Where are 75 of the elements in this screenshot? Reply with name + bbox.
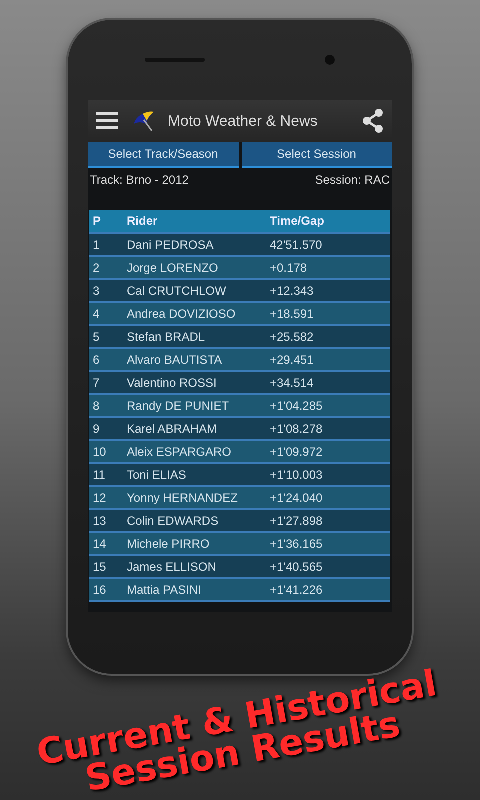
- table-cell-text: 9: [92, 422, 101, 436]
- table-cell-text: 10: [92, 444, 108, 458]
- table-cell-text: 5: [92, 330, 101, 344]
- table-cell-text: +0.178: [270, 260, 308, 274]
- table-cell-text: +1'04.285: [270, 398, 324, 412]
- table-row[interactable]: 13 Colin EDWARDS +1'27.898: [89, 510, 390, 533]
- table-cell-text: +1'08.278: [270, 422, 324, 436]
- table-cell-text: +1'09.972: [270, 444, 324, 458]
- table-row[interactable]: 4 Andrea DOVIZIOSO +18.591: [89, 303, 390, 326]
- table-row[interactable]: 14 Michele PIRRO +1'36.165: [89, 533, 390, 556]
- table-cell-text: 16: [92, 582, 108, 596]
- menu-icon[interactable]: [96, 112, 118, 130]
- table-row[interactable]: 2 Jorge LORENZO +0.178: [89, 257, 390, 280]
- table-cell-text: Michele PIRRO: [127, 536, 211, 550]
- table-cell-text: +1'10.003: [270, 468, 324, 482]
- table-row[interactable]: 10 Aleix ESPARGARO +1'09.972: [89, 441, 390, 464]
- table-row[interactable]: 3 Cal CRUTCHLOW +12.343: [89, 280, 390, 303]
- app-title: Moto Weather & News: [168, 112, 319, 130]
- select-button[interactable]: Select Track/Season: [88, 142, 238, 168]
- select-button[interactable]: Select Session: [242, 142, 392, 168]
- table-cell-text: Aleix ESPARGARO: [127, 444, 232, 458]
- table-row[interactable]: 12 Yonny HERNANDEZ +1'24.040: [89, 487, 390, 510]
- table-cell-text: 8: [92, 398, 101, 412]
- table-cell-text: Karel ABRAHAM: [127, 422, 218, 436]
- table-cell-text: +34.514: [270, 376, 315, 390]
- table-cell-text: 15: [92, 560, 108, 574]
- table-row[interactable]: 11 Toni ELIAS +1'10.003: [89, 464, 390, 487]
- table-row[interactable]: 1 Dani PEDROSA 42'51.570: [89, 234, 390, 257]
- camera-lens: [325, 55, 335, 65]
- table-cell-text: +1'24.040: [270, 490, 324, 504]
- table-row[interactable]: 8 Randy DE PUNIET +1'04.285: [89, 395, 390, 418]
- table-cell-text: 3: [92, 284, 101, 298]
- table-cell-text: 6: [92, 352, 101, 366]
- table-cell-text: +1'41.226: [270, 582, 324, 596]
- table-cell-text: Andrea DOVIZIOSO: [127, 306, 237, 320]
- table-cell-text: Alvaro BAUTISTA: [127, 352, 224, 366]
- table-row[interactable]: 7 Valentino ROSSI +34.514: [89, 372, 390, 395]
- table-cell-text: 2: [92, 260, 101, 274]
- column-header: P: [92, 214, 102, 228]
- table-cell-text: James ELLISON: [127, 560, 218, 574]
- table-cell-text: Mattia PASINI: [127, 582, 202, 596]
- table-row[interactable]: 15 James ELLISON +1'40.565: [89, 556, 390, 579]
- session-label: Session: RAC: [315, 173, 390, 189]
- table-cell-text: Valentino ROSSI: [127, 376, 218, 390]
- table-cell-text: Toni ELIAS: [127, 468, 188, 482]
- table-cell-text: 1: [92, 238, 101, 252]
- table-cell-text: 42'51.570: [270, 238, 324, 252]
- table-cell-text: +1'36.165: [270, 536, 324, 550]
- table-cell-text: 4: [92, 306, 101, 320]
- table-cell-text: 11: [92, 468, 106, 482]
- column-header: Time/Gap: [270, 214, 326, 228]
- table-cell-text: +18.591: [270, 306, 315, 320]
- track-label: Track: Brno - 2012: [90, 173, 189, 189]
- table-cell-text: Colin EDWARDS: [127, 514, 220, 528]
- share-icon[interactable]: [362, 109, 384, 133]
- table-cell-text: Cal CRUTCHLOW: [127, 284, 228, 298]
- table-row[interactable]: 9 Karel ABRAHAM +1'08.278: [89, 418, 390, 441]
- table-cell-text: +29.451: [270, 352, 315, 366]
- table-cell-text: +1'27.898: [270, 514, 324, 528]
- table-row[interactable]: 16 Mattia PASINI +1'41.226: [89, 579, 390, 602]
- table-cell-text: 14: [92, 536, 108, 550]
- table-cell-text: 12: [92, 490, 108, 504]
- table-cell-text: Jorge LORENZO: [127, 260, 220, 274]
- table-row[interactable]: 5 Stefan BRADL +25.582: [89, 326, 390, 349]
- table-cell-text: +1'40.565: [270, 560, 324, 574]
- table-cell-text: Dani PEDROSA: [127, 238, 215, 252]
- table-cell-text: 7: [92, 376, 101, 390]
- table-cell-text: +12.343: [270, 284, 315, 298]
- table-cell-text: Stefan BRADL: [127, 330, 206, 344]
- table-cell-text: Yonny HERNANDEZ: [127, 490, 239, 504]
- table-cell-text: +25.582: [270, 330, 315, 344]
- table-cell-text: 13: [92, 514, 108, 528]
- column-header: Rider: [127, 214, 159, 228]
- table-row[interactable]: 6 Alvaro BAUTISTA +29.451: [89, 349, 390, 372]
- table-cell-text: Randy DE PUNIET: [127, 398, 230, 412]
